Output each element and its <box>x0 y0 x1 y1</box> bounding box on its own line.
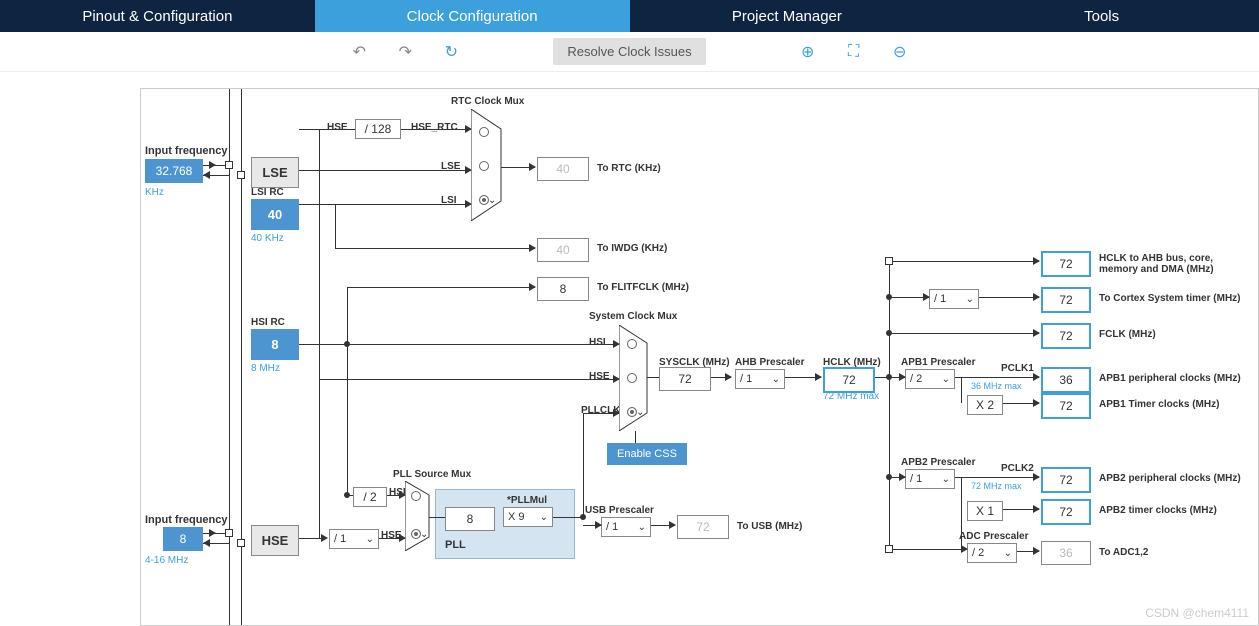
apb2-prescaler-select[interactable]: / 1 <box>905 469 955 489</box>
sysmux-hse-lbl: HSE <box>589 371 610 382</box>
out-pclk2: 72 <box>1041 467 1091 493</box>
apb2-mult: X 1 <box>967 501 1003 521</box>
out-fclk-lbl: FCLK (MHz) <box>1099 329 1156 340</box>
pclk2-sub: 72 MHz max <box>971 481 1022 491</box>
adc-title: ADC Prescaler <box>959 531 1028 542</box>
lse-freq-label: Input frequency <box>145 145 228 157</box>
out-adc-lbl: To ADC1,2 <box>1099 547 1148 558</box>
sysmux-title: System Clock Mux <box>589 311 677 322</box>
out-hclkahb-lbl: HCLK to AHB bus, core, memory and DMA (M… <box>1099 253 1219 275</box>
usb-prescaler-select[interactable]: / 1 <box>601 517 651 537</box>
sysmux-opt-hsi[interactable] <box>627 339 637 349</box>
pllmux-opt-hsi[interactable] <box>411 491 421 501</box>
hse-freq-value[interactable]: 8 <box>163 527 203 551</box>
hse-div-select[interactable]: / 1 <box>329 529 379 549</box>
hse-osc: HSE <box>251 525 299 556</box>
hse-unit: 4-16 MHz <box>145 555 188 566</box>
adc-prescaler-select[interactable]: / 2 <box>967 543 1017 563</box>
flitf-out: 8 <box>537 277 589 301</box>
hsi-label: HSI RC <box>251 317 285 328</box>
pll-hsidiv: / 2 <box>353 487 387 507</box>
tab-clock[interactable]: Clock Configuration <box>315 0 630 32</box>
rtc-out: 40 <box>537 157 589 181</box>
lse-freq-value[interactable]: 32.768 <box>145 159 203 183</box>
clock-diagram[interactable]: Input frequency 32.768 KHz LSE LSI RC 40… <box>140 88 1259 626</box>
lsi-label: LSI RC <box>251 187 284 198</box>
out-cortex-lbl: To Cortex System timer (MHz) <box>1099 293 1241 304</box>
watermark: CSDN @chem4111 <box>1145 606 1249 620</box>
pclk1-lbl: PCLK1 <box>1001 363 1034 374</box>
sysmux-hsi-lbl: HSI <box>589 337 606 348</box>
out-apb1tim: 72 <box>1041 393 1091 419</box>
ahb-prescaler-select[interactable]: / 1 <box>735 369 785 389</box>
lsi-sub: 40 KHz <box>251 233 284 244</box>
fit-icon[interactable]: ⛶ <box>844 42 864 62</box>
pllmul-select[interactable]: X 9 <box>503 507 553 527</box>
apb1-title: APB1 Prescaler <box>901 357 976 368</box>
apb1-mult: X 2 <box>967 395 1003 415</box>
rtcmux-title: RTC Clock Mux <box>451 96 524 107</box>
lse-osc: LSE <box>251 157 299 188</box>
rtc-hsediv: / 128 <box>355 119 401 139</box>
sysmux-opt-pllclk[interactable] <box>627 407 637 417</box>
zoom-in-icon[interactable]: ⊕ <box>798 42 818 62</box>
pll-input-val: 8 <box>445 507 495 531</box>
out-apb1tim-lbl: APB1 Timer clocks (MHz) <box>1099 399 1219 410</box>
usb-outlbl: To USB (MHz) <box>737 521 802 532</box>
iwdg-lbl: To IWDG (KHz) <box>597 243 667 254</box>
hse-freq-label: Input frequency <box>145 514 228 526</box>
tab-project[interactable]: Project Manager <box>630 0 945 32</box>
out-apb2tim-lbl: APB2 timer clocks (MHz) <box>1099 505 1217 516</box>
out-pclk1: 36 <box>1041 367 1091 393</box>
out-pclk2-lbl: APB2 peripheral clocks (MHz) <box>1099 473 1241 484</box>
sysmux-opt-hse[interactable] <box>627 373 637 383</box>
pll-area-lbl: PLL <box>445 539 466 551</box>
pllmul-lbl: *PLLMul <box>507 495 547 506</box>
apb1-prescaler-select[interactable]: / 2 <box>905 369 955 389</box>
hsi-osc: 8 <box>251 329 299 360</box>
pclk2-lbl: PCLK2 <box>1001 463 1034 474</box>
zoom-out-icon[interactable]: ⊖ <box>890 42 910 62</box>
out-adc: 36 <box>1041 541 1091 565</box>
pllmux-opt-hse[interactable] <box>411 529 421 539</box>
refresh-icon[interactable]: ↻ <box>441 42 461 62</box>
out-apb2tim: 72 <box>1041 499 1091 525</box>
iwdg-out: 40 <box>537 238 589 262</box>
undo-icon[interactable]: ↶ <box>349 42 369 62</box>
lse-unit: KHz <box>145 187 164 198</box>
sysclk-val: 72 <box>659 367 711 391</box>
ahb-lbl: AHB Prescaler <box>735 357 804 368</box>
usb-out: 72 <box>677 515 729 539</box>
hclk-sub: 72 MHz max <box>823 391 879 402</box>
hclk-val[interactable]: 72 <box>823 367 875 393</box>
lsi-osc: 40 <box>251 199 299 230</box>
out-hclkahb: 72 <box>1041 251 1091 277</box>
pclk1-sub: 36 MHz max <box>971 381 1022 391</box>
resolve-button[interactable]: Resolve Clock Issues <box>553 38 705 65</box>
out-cortex: 72 <box>1041 287 1091 313</box>
rtc-outlbl: To RTC (KHz) <box>597 163 661 174</box>
flitf-lbl: To FLITFCLK (MHz) <box>597 282 689 293</box>
rtcmux-opt-lse[interactable] <box>479 161 489 171</box>
out-fclk: 72 <box>1041 323 1091 349</box>
cortex-div-select[interactable]: / 1 <box>929 289 979 309</box>
pllmux-title: PLL Source Mux <box>393 469 471 480</box>
enable-css-button[interactable]: Enable CSS <box>607 443 687 465</box>
redo-icon[interactable]: ↷ <box>395 42 415 62</box>
tab-pinout[interactable]: Pinout & Configuration <box>0 0 315 32</box>
rtcmux-opt-lsi[interactable] <box>479 195 489 205</box>
out-pclk1-lbl: APB1 peripheral clocks (MHz) <box>1099 373 1241 384</box>
rtcmux-hsertc-lbl: HSE_RTC <box>411 122 458 133</box>
tab-tools[interactable]: Tools <box>944 0 1259 32</box>
rtcmux-opt-hse[interactable] <box>479 127 489 137</box>
hsi-sub: 8 MHz <box>251 363 280 374</box>
usb-title: USB Prescaler <box>585 505 654 516</box>
rtcmux-hse-lbl: HSE <box>327 122 348 133</box>
apb2-title: APB2 Prescaler <box>901 457 976 468</box>
